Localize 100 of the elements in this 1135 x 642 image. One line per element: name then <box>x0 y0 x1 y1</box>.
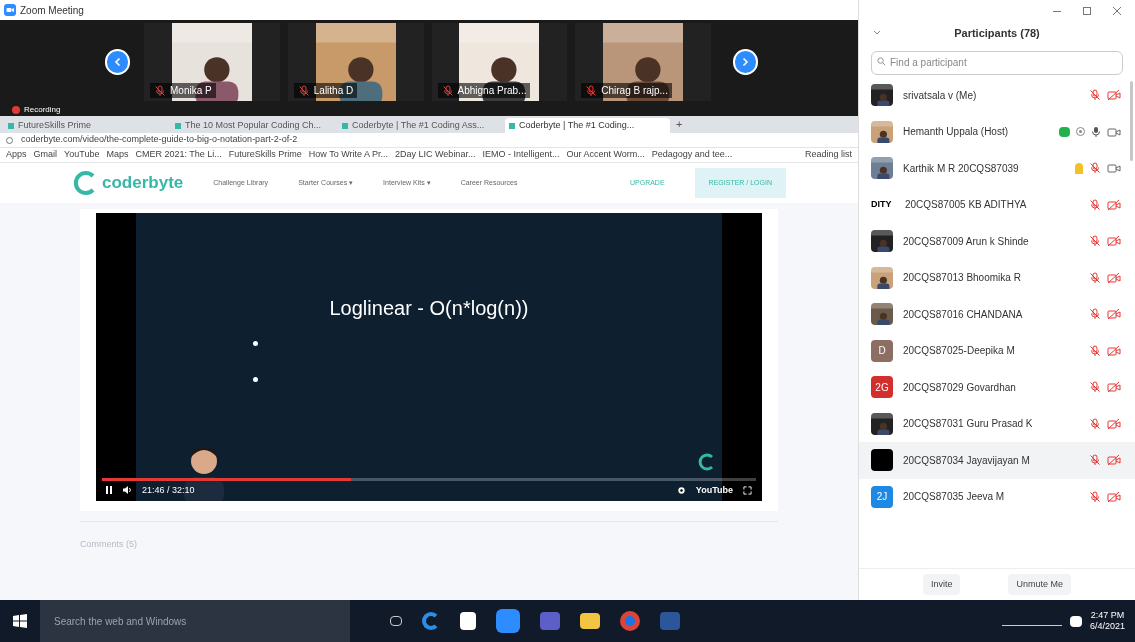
new-tab-button[interactable]: + <box>676 116 683 133</box>
task-view-icon[interactable] <box>390 616 402 626</box>
screen-share-icon <box>1059 126 1070 137</box>
bookmark[interactable]: IEMO - Intelligent... <box>482 148 560 162</box>
panel-title: Participants (78) <box>953 25 1041 41</box>
avatar: 2J <box>871 485 893 508</box>
muted-mic-icon <box>1089 235 1101 248</box>
chevron-right-icon <box>740 57 751 67</box>
video-off-icon <box>1107 308 1121 321</box>
browser-tab[interactable]: Coderbyte | The #1 Coding... <box>505 118 670 133</box>
previous-page-button[interactable] <box>105 49 131 75</box>
bookmark[interactable]: How To Write A Pr... <box>308 148 388 162</box>
next-page-button[interactable] <box>732 49 758 75</box>
window-title: Zoom Meeting <box>20 3 84 18</box>
participant-name: Monika P <box>170 84 212 98</box>
pause-icon[interactable] <box>106 486 112 495</box>
search-field[interactable]: Find a participant <box>871 50 1123 75</box>
video-off-icon <box>1107 417 1121 430</box>
bookmark[interactable]: Gmail <box>33 148 58 162</box>
participant-name: Chirag B rajp... <box>601 84 668 98</box>
bookmark[interactable]: CMER 2021: The Li... <box>135 148 222 162</box>
unmute-button[interactable]: Unmute Me <box>1008 573 1071 596</box>
chevron-left-icon <box>112 57 123 67</box>
zoom-logo-icon <box>4 4 16 16</box>
bookmark[interactable]: Maps <box>106 148 129 162</box>
avatar: 2G <box>871 376 893 399</box>
participant-name: Lalitha D <box>313 84 354 98</box>
muted-mic-icon <box>1089 490 1101 503</box>
bookmark[interactable]: FutureSkills Prime <box>228 148 302 162</box>
video-off-icon <box>1107 271 1121 284</box>
participant-name: 20CQS87031 Guru Prasad K <box>903 417 1034 432</box>
participant-name: Karthik M R 20CQS87039 <box>903 161 1020 176</box>
settings-icon[interactable] <box>676 485 686 495</box>
participant-name: srivatsala v (Me) <box>903 88 978 103</box>
zoom-app-icon[interactable] <box>496 609 520 633</box>
raised-hand-icon <box>1075 162 1083 174</box>
participant-name: 20CQS87005 KB ADITHYA <box>905 198 1028 213</box>
participant-name: 20CQS87016 CHANDANA <box>903 307 1024 322</box>
invite-button[interactable]: Invite <box>922 573 961 596</box>
video-off-icon <box>1107 490 1121 503</box>
muted-mic-icon <box>1089 344 1101 357</box>
muted-mic-icon <box>1089 308 1101 321</box>
video-off-icon <box>1107 198 1121 211</box>
youtube-logo[interactable]: YouTube <box>695 483 733 497</box>
folder-icon[interactable] <box>580 613 600 629</box>
video-camera-icon <box>1107 125 1121 138</box>
chrome-icon[interactable] <box>620 611 640 631</box>
muted-mic-icon <box>1089 271 1101 284</box>
store-icon[interactable] <box>460 612 476 630</box>
minimize-icon[interactable] <box>1053 10 1061 12</box>
participant-name: Abhigna Prab... <box>457 84 527 98</box>
clock-date: 6/4/2021 <box>1089 621 1125 633</box>
taskbar-search-field[interactable]: Search the web and Windows <box>40 600 350 642</box>
muted-mic-icon <box>1089 454 1101 467</box>
video-off-icon <box>1107 344 1121 357</box>
video-time: 21:46 / 32:10 <box>142 483 195 497</box>
muted-mic-icon <box>1089 162 1101 175</box>
site-logo: coderbyte <box>102 172 184 195</box>
video-off-icon <box>1107 89 1121 102</box>
participant-name: 20CQS87034 Jayavijayan M <box>903 453 1031 468</box>
reading-list[interactable]: Reading list <box>804 148 852 162</box>
fullscreen-icon[interactable] <box>743 485 752 495</box>
url-field[interactable]: coderbyte.com/video/the-complete-guide-to-big-o-notation-part-2-of-2 <box>21 133 852 147</box>
bookmark[interactable]: Our Accent Worm... <box>566 148 645 162</box>
video-camera-icon <box>1107 162 1121 175</box>
windows-start-icon[interactable] <box>13 614 27 628</box>
recording-label: Recording <box>24 106 61 114</box>
video-off-icon <box>1107 454 1121 467</box>
muted-mic-icon <box>1089 89 1101 102</box>
muted-mic-icon <box>154 84 167 97</box>
participant-row[interactable]: 20CQS87034 Jayavijayan M <box>859 442 1135 479</box>
bookmark[interactable]: Apps <box>6 148 27 162</box>
muted-mic-icon <box>1089 198 1101 211</box>
muted-mic-icon <box>297 84 310 97</box>
bookmark[interactable]: YouTube <box>64 148 100 162</box>
search-icon <box>877 57 886 66</box>
muted-mic-icon <box>1089 417 1101 430</box>
participant-name: 20CQS87009 Arun k Shinde <box>903 234 1030 249</box>
avatar: D <box>871 339 893 362</box>
participant-name: 20CQS87029 Govardhan <box>903 380 1017 395</box>
teams-icon[interactable] <box>540 612 560 630</box>
bullet-icon <box>253 377 258 382</box>
participant-name: 20CQS87025-Deepika M <box>903 344 1016 359</box>
video-off-icon <box>1107 381 1121 394</box>
close-icon[interactable] <box>1113 7 1121 15</box>
bookmark[interactable]: 2Day LIC Webinar... <box>395 148 476 162</box>
restore-icon[interactable] <box>1083 7 1091 15</box>
bullet-icon <box>253 341 258 346</box>
bookmark[interactable]: Pedagogy and tee... <box>651 148 733 162</box>
chevron-down-icon[interactable] <box>873 30 881 36</box>
muted-mic-icon <box>585 84 598 97</box>
muted-mic-icon <box>441 84 454 97</box>
clock-time: 2:47 PM <box>1090 609 1125 621</box>
muted-mic-icon <box>1089 381 1101 394</box>
microphone-icon <box>1091 125 1101 138</box>
volume-icon[interactable] <box>122 485 132 496</box>
participant-name: 20CQS87013 Bhoomika R <box>903 271 1022 286</box>
participant-name: 20CQS87035 Jeeva M <box>903 490 1006 505</box>
comments-heading: Comments (5) <box>80 539 137 549</box>
slide-title: Loglinear - O(n*log(n)) <box>329 296 529 321</box>
